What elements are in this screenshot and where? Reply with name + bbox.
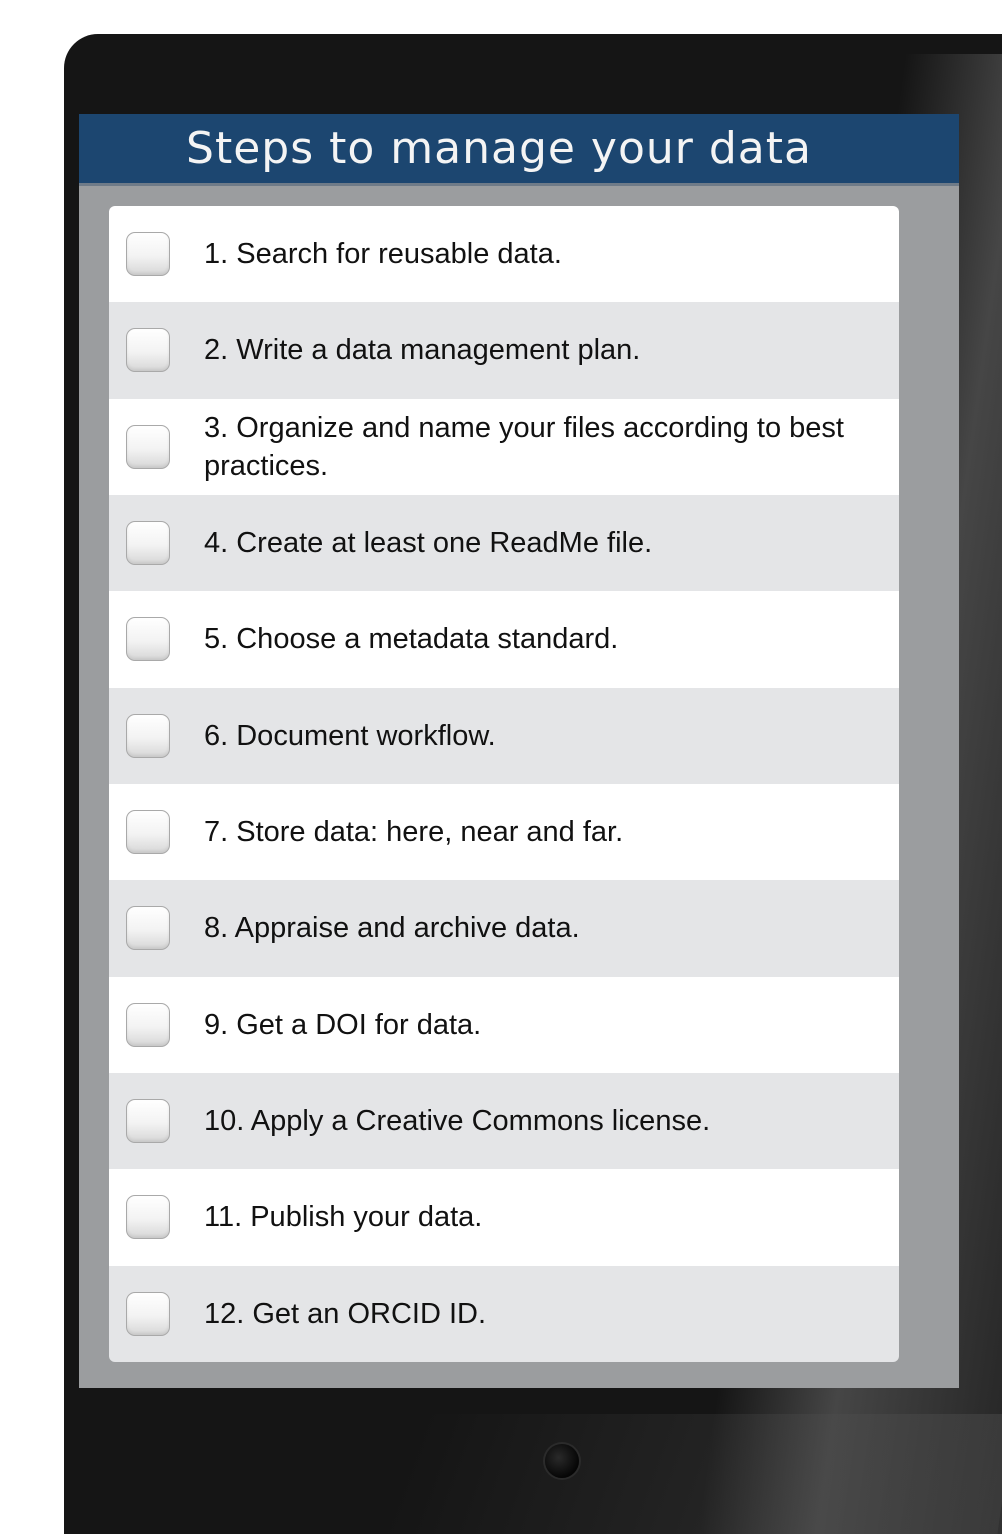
list-item: 1. Search for reusable data. — [109, 206, 899, 303]
checkbox[interactable] — [126, 232, 170, 277]
list-item: 3. Organize and name your files accordin… — [109, 398, 899, 495]
list-item-label: 8. Appraise and archive data. — [204, 912, 580, 945]
list-item: 5. Choose a metadata standard. — [109, 591, 899, 688]
screen: Steps to manage your data 1. Search for … — [79, 114, 959, 1388]
list-item-label: 10. Apply a Creative Commons license. — [204, 1105, 711, 1138]
list-item: 8. Appraise and archive data. — [109, 880, 899, 977]
list-item-label: 7. Store data: here, near and far. — [204, 816, 624, 849]
home-button[interactable] — [545, 1444, 579, 1478]
list-item: 6. Document workflow. — [109, 687, 899, 784]
checkbox[interactable] — [126, 1195, 170, 1240]
checkbox[interactable] — [126, 1002, 170, 1047]
list-item: 12. Get an ORCID ID. — [109, 1265, 899, 1362]
checkbox[interactable] — [126, 521, 170, 566]
checkbox[interactable] — [126, 810, 170, 855]
list-item-label: 1. Search for reusable data. — [204, 238, 562, 271]
list-item-label: 11. Publish your data. — [204, 1201, 483, 1234]
checkbox[interactable] — [126, 713, 170, 758]
list-item: 9. Get a DOI for data. — [109, 976, 899, 1073]
checkbox[interactable] — [126, 1099, 170, 1144]
checkbox[interactable] — [126, 906, 170, 951]
checkbox[interactable] — [126, 1291, 170, 1336]
list-item-label: 6. Document workflow. — [204, 719, 496, 752]
list-item: 7. Store data: here, near and far. — [109, 783, 899, 881]
list-item: 11. Publish your data. — [109, 1169, 899, 1266]
list-item-label: 12. Get an ORCID ID. — [204, 1297, 487, 1330]
page-title: Steps to manage your data — [79, 114, 959, 186]
checkbox[interactable] — [126, 617, 170, 662]
list-item-label: 3. Organize and name your files accordin… — [204, 411, 844, 482]
list-item: 4. Create at least one ReadMe file. — [109, 494, 899, 592]
bezel-glare-bottom — [382, 1414, 1002, 1534]
list-item-label: 4. Create at least one ReadMe file. — [204, 527, 653, 560]
list-item-label: 5. Choose a metadata standard. — [204, 623, 619, 656]
list-item-label: 2. Write a data management plan. — [204, 334, 641, 367]
checkbox[interactable] — [126, 424, 170, 469]
checkbox[interactable] — [126, 328, 170, 373]
list-item-label: 9. Get a DOI for data. — [204, 1008, 482, 1041]
checklist: 1. Search for reusable data. 2. Write a … — [109, 206, 899, 1362]
list-item: 10. Apply a Creative Commons license. — [109, 1072, 899, 1170]
list-item: 2. Write a data management plan. — [109, 302, 899, 399]
